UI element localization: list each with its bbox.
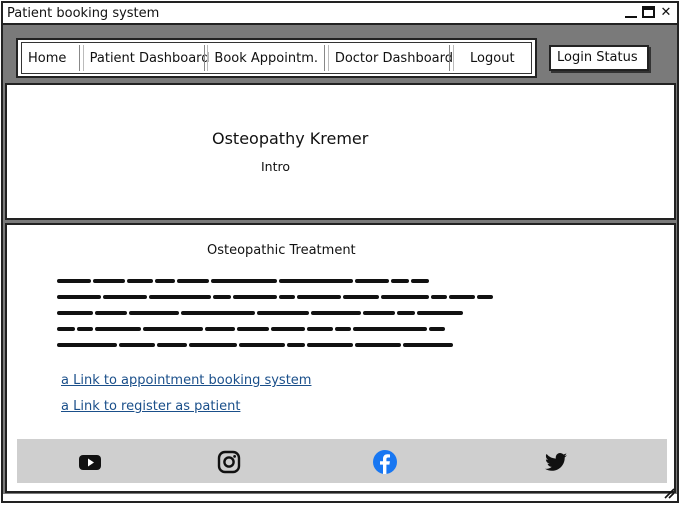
resize-handle-icon[interactable]: [663, 487, 675, 499]
nav-menu: Home Patient Dashboard Book Appointm. Do…: [21, 42, 532, 74]
window-title: Patient booking system: [7, 6, 160, 21]
twitter-icon[interactable]: [543, 449, 569, 475]
window-controls: ✕: [624, 5, 673, 20]
login-status-box[interactable]: Login Status: [549, 45, 649, 71]
intro-text: Intro: [261, 159, 291, 174]
maximize-icon[interactable]: [642, 6, 655, 18]
title-bar: Patient booking system ✕: [3, 3, 677, 25]
nav-item-logout[interactable]: Logout: [454, 43, 531, 73]
browser-window: Patient booking system ✕ Home Patient Da…: [1, 1, 679, 503]
section-title: Osteopathic Treatment: [207, 243, 356, 258]
page-frame: Home Patient Dashboard Book Appointm. Do…: [3, 25, 677, 494]
close-icon[interactable]: ✕: [659, 5, 673, 20]
youtube-icon[interactable]: [77, 449, 103, 475]
nav-item-patient-dashboard[interactable]: Patient Dashboard: [84, 43, 210, 73]
facebook-icon[interactable]: [372, 449, 398, 475]
nav-item-doctor-dashboard[interactable]: Doctor Dashboard: [329, 43, 453, 73]
nav-item-home[interactable]: Home: [22, 43, 79, 73]
hero-section: Osteopathy Kremer Intro: [5, 83, 676, 220]
nav-item-book-appointment[interactable]: Book Appointm.: [208, 43, 324, 73]
placeholder-text-block: [57, 273, 497, 353]
navigation-bar: Home Patient Dashboard Book Appointm. Do…: [16, 38, 537, 78]
scribbled-text: [57, 279, 493, 347]
appointment-booking-link[interactable]: a Link to appointment booking system: [61, 373, 311, 388]
footer: [17, 439, 667, 483]
content-section: Osteopathic Treatment a Link to appointm…: [5, 223, 676, 493]
minimize-icon[interactable]: [624, 5, 638, 19]
instagram-icon[interactable]: [216, 449, 242, 475]
page-title: Osteopathy Kremer: [212, 129, 369, 148]
register-patient-link[interactable]: a Link to register as patient: [61, 399, 240, 414]
